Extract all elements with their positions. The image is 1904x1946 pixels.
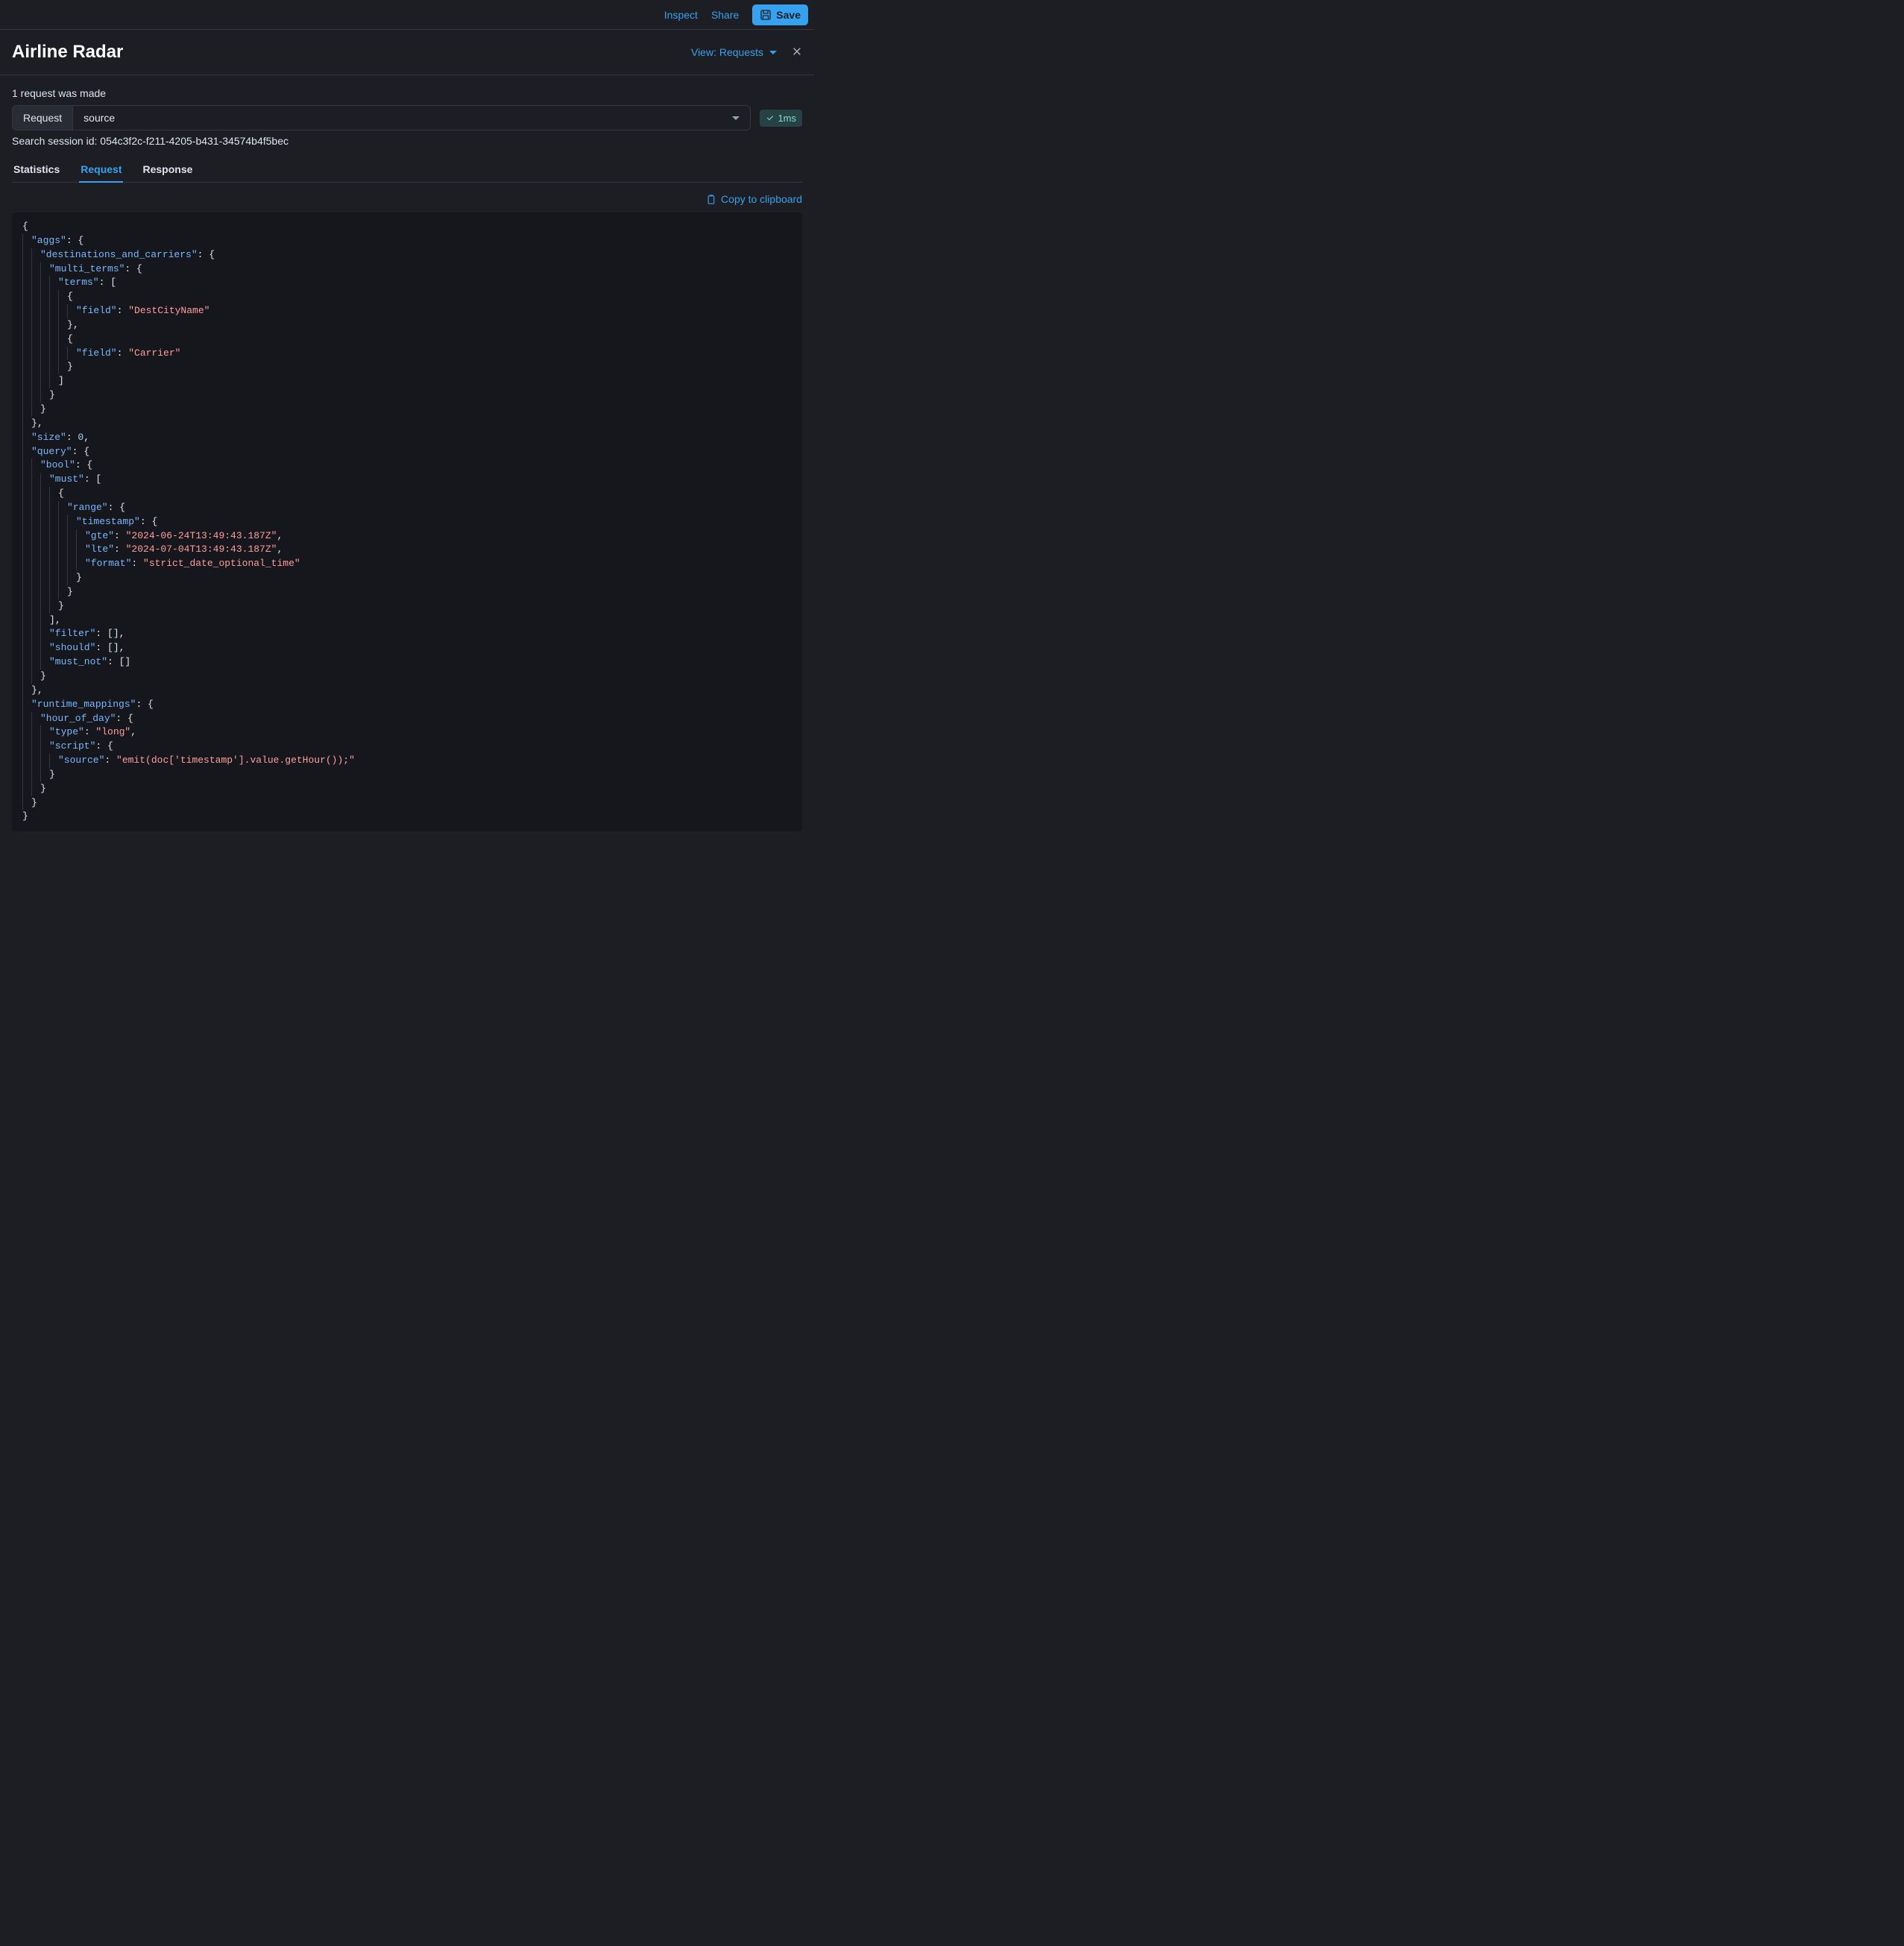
close-icon[interactable] <box>792 46 802 59</box>
view-mode-toggle[interactable]: View: Requests <box>691 46 777 58</box>
share-link[interactable]: Share <box>711 9 739 21</box>
tab-request[interactable]: Request <box>79 157 123 183</box>
page-title: Airline Radar <box>12 42 123 63</box>
request-body-json[interactable]: {"aggs": {"destinations_and_carriers": {… <box>12 212 802 831</box>
save-button[interactable]: Save <box>752 4 808 25</box>
chevron-down-icon <box>732 116 740 120</box>
chevron-down-icon <box>769 51 777 54</box>
request-time-badge: 1ms <box>760 110 802 127</box>
copy-to-clipboard-label: Copy to clipboard <box>721 193 802 205</box>
panel-header: Airline Radar View: Requests <box>0 30 814 75</box>
request-selector: Request source <box>12 105 751 130</box>
search-session-id: Search session id: 054c3f2c-f211-4205-b4… <box>12 135 802 147</box>
request-dropdown-value: source <box>83 112 115 124</box>
save-button-label: Save <box>776 9 801 21</box>
check-icon <box>766 113 775 122</box>
request-dropdown[interactable]: source <box>73 106 750 130</box>
copy-to-clipboard-button[interactable]: Copy to clipboard <box>705 193 802 205</box>
tab-statistics[interactable]: Statistics <box>12 157 61 182</box>
save-icon <box>760 9 772 21</box>
request-tabs: Statistics Request Response <box>12 157 802 183</box>
clipboard-icon <box>705 194 716 205</box>
request-segment-label: Request <box>13 106 73 130</box>
request-count-text: 1 request was made <box>12 87 802 99</box>
top-toolbar: Inspect Share Save <box>0 0 814 30</box>
request-time-value: 1ms <box>778 113 796 124</box>
inspect-link[interactable]: Inspect <box>664 9 698 21</box>
view-mode-label: View: Requests <box>691 46 763 58</box>
tab-response[interactable]: Response <box>141 157 194 182</box>
